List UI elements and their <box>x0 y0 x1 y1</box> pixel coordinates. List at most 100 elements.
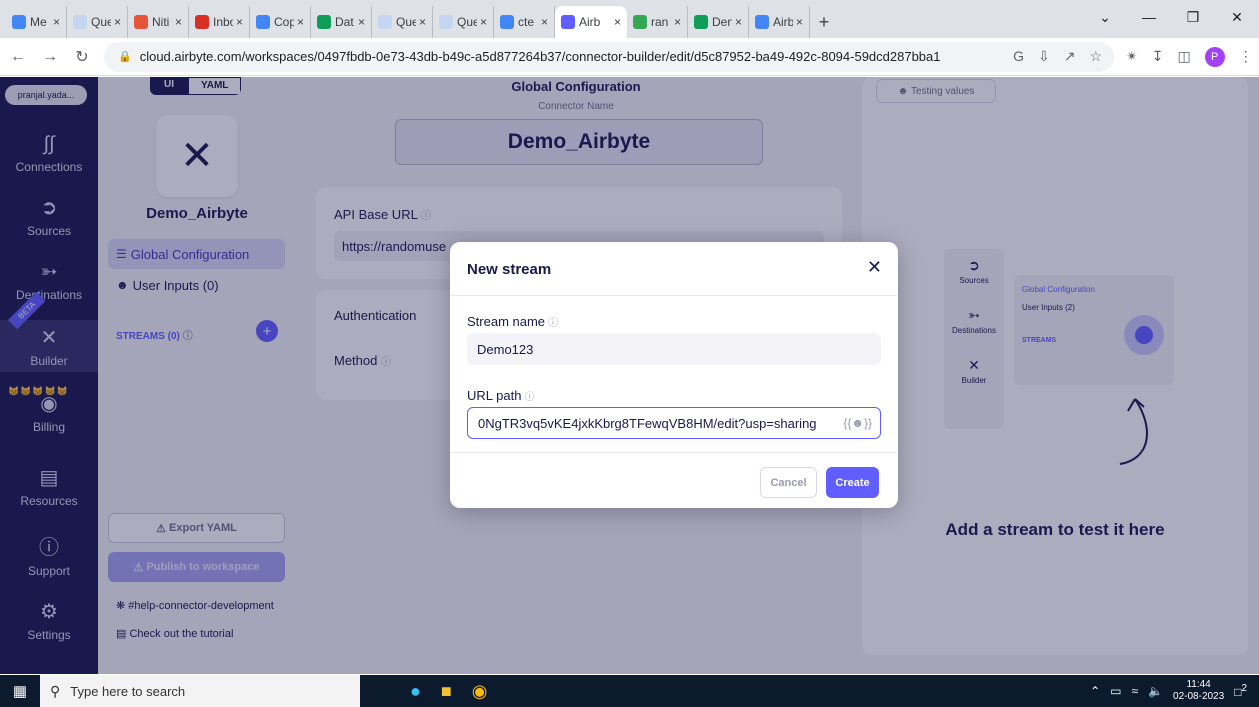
browser-tab[interactable]: Airb × <box>555 6 627 38</box>
os-taskbar: ▦ ⚲ Type here to search ● ■ ◉ ⌃ ▭ ≈ 🔈 11… <box>0 675 1259 707</box>
dialog-footer-divider <box>450 452 898 453</box>
browser-tab[interactable]: Inbo× <box>189 6 250 38</box>
tab-favicon-icon <box>694 15 708 29</box>
forward-icon[interactable]: → <box>36 43 64 71</box>
close-icon[interactable]: ✕ <box>867 257 882 278</box>
reload-icon[interactable]: ↻ <box>68 43 96 71</box>
info-icon: ⓘ <box>524 392 535 403</box>
tab-title: Dat <box>335 15 354 29</box>
tab-close-icon[interactable]: × <box>419 15 426 29</box>
tab-title: Niti <box>152 15 170 29</box>
dialog-title: New stream <box>467 261 552 278</box>
clock-date: 02-08-2023 <box>1173 691 1225 702</box>
wifi-icon[interactable]: ≈ <box>1131 684 1138 698</box>
battery-icon[interactable]: ▭ <box>1110 684 1121 698</box>
tab-title: Inbo <box>213 15 233 29</box>
browser-tab[interactable]: Airb × <box>749 6 810 38</box>
cancel-button[interactable]: Cancel <box>760 467 817 498</box>
notif-count: 2 <box>1241 683 1247 694</box>
tray-chevron-icon[interactable]: ⌃ <box>1090 684 1100 698</box>
browser-tab[interactable]: Me × <box>6 6 67 38</box>
tab-title: Que <box>396 15 416 29</box>
tab-close-icon[interactable]: × <box>541 15 548 29</box>
browser-tab[interactable]: Que× <box>433 6 494 38</box>
maximize-icon[interactable]: ❐ <box>1171 0 1215 34</box>
stream-name-input[interactable]: Demo123 <box>467 333 881 365</box>
lock-icon: 🔒 <box>118 51 132 63</box>
tab-close-icon[interactable]: × <box>614 15 621 29</box>
tab-title: ran <box>651 15 669 29</box>
tab-favicon-icon <box>439 15 453 29</box>
edge-icon[interactable]: ● <box>410 681 421 702</box>
clock[interactable]: 11:44 02-08-2023 <box>1173 679 1224 703</box>
url-field[interactable]: 🔒 cloud.airbyte.com/workspaces/0497fbdb-… <box>104 41 1114 72</box>
url-path-label: URL path ⓘ <box>467 388 535 403</box>
dialog-header: New stream ✕ <box>450 242 898 296</box>
google-icon[interactable]: G <box>1013 48 1024 65</box>
file-explorer-icon[interactable]: ■ <box>441 681 452 702</box>
tab-title: Cop <box>274 15 294 29</box>
airbyte-app: pranjal.yada... ∫∫ Connections ➲ Sources… <box>0 77 1259 674</box>
search-placeholder: Type here to search <box>70 683 186 699</box>
browser-tab[interactable]: Que× <box>67 6 128 38</box>
minimize-icon[interactable]: — <box>1127 0 1171 34</box>
browser-tab[interactable]: Dat × <box>311 6 372 38</box>
tab-close-icon[interactable]: × <box>53 15 60 29</box>
search-icon: ⚲ <box>50 682 61 699</box>
stream-name-value: Demo123 <box>477 341 534 357</box>
share-icon[interactable]: ↗ <box>1064 48 1076 65</box>
install-icon[interactable]: ⇩ <box>1038 48 1050 65</box>
url-text: cloud.airbyte.com/workspaces/0497fbdb-0e… <box>139 49 941 64</box>
user-input-icon[interactable]: {{☻}} <box>843 416 880 430</box>
extensions-icon[interactable]: ✴ <box>1126 48 1138 65</box>
tab-close-icon[interactable]: × <box>297 15 304 29</box>
tab-close-icon[interactable]: × <box>796 15 803 29</box>
stream-name-label: Stream name ⓘ <box>467 314 559 329</box>
notifications-icon[interactable]: □2 <box>1234 683 1247 699</box>
tab-close-icon[interactable]: × <box>175 15 182 29</box>
chrome-icon[interactable]: ◉ <box>472 681 488 702</box>
taskbar-apps: ● ■ ◉ <box>410 681 487 702</box>
browser-tabbar: Me×Que×Niti×Inbo×Cop×Dat×Que×Que×cte×Air… <box>0 0 1259 38</box>
browser-tab[interactable]: Que× <box>372 6 433 38</box>
browser-tab[interactable]: cte × <box>494 6 555 38</box>
clock-time: 11:44 <box>1186 679 1211 690</box>
taskbar-search[interactable]: ⚲ Type here to search <box>40 675 360 707</box>
system-tray: ⌃ ▭ ≈ 🔈 11:44 02-08-2023 □2 <box>1090 679 1259 703</box>
new-tab-button[interactable]: + <box>810 6 838 38</box>
volume-icon[interactable]: 🔈 <box>1148 684 1163 698</box>
tab-close-icon[interactable]: × <box>114 15 121 29</box>
close-window-icon[interactable]: ✕ <box>1215 0 1259 34</box>
tab-favicon-icon <box>73 15 87 29</box>
tab-close-icon[interactable]: × <box>236 15 243 29</box>
tab-close-icon[interactable]: × <box>674 15 681 29</box>
profile-avatar[interactable]: P <box>1204 46 1225 67</box>
menu-dots-icon[interactable]: ⋮ <box>1239 48 1253 65</box>
bookmark-star-icon[interactable]: ☆ <box>1089 48 1102 65</box>
tab-favicon-icon <box>256 15 270 29</box>
tab-title: Airb <box>579 15 601 29</box>
address-bar: ← → ↻ 🔒 cloud.airbyte.com/workspaces/049… <box>0 38 1259 76</box>
tab-search-icon[interactable]: ⌄ <box>1083 0 1127 34</box>
tab-close-icon[interactable]: × <box>735 15 742 29</box>
new-stream-dialog: New stream ✕ Stream name ⓘ Demo123 URL pa… <box>450 242 898 508</box>
url-path-input[interactable]: 0NgTR3vq5vKE4jxkKbrg8TFewqVB8HM/edit?usp… <box>467 407 881 439</box>
create-button[interactable]: Create <box>826 467 879 498</box>
tab-title: Que <box>457 15 477 29</box>
tab-title: Me <box>30 15 47 29</box>
browser-tab[interactable]: Den × <box>688 6 749 38</box>
tab-close-icon[interactable]: × <box>480 15 487 29</box>
url-path-value: 0NgTR3vq5vKE4jxkKbrg8TFewqVB8HM/edit?usp… <box>478 415 817 431</box>
windows-start-icon[interactable]: ▦ <box>0 675 40 707</box>
back-icon[interactable]: ← <box>4 43 32 71</box>
browser-tab[interactable]: Niti × <box>128 6 189 38</box>
browser-tab[interactable]: Cop × <box>250 6 311 38</box>
tab-favicon-icon <box>500 15 514 29</box>
browser-tab[interactable]: ran × <box>627 6 688 38</box>
download-icon[interactable]: ↧ <box>1152 48 1164 65</box>
tab-close-icon[interactable]: × <box>358 15 365 29</box>
tab-favicon-icon <box>195 15 209 29</box>
info-icon: ⓘ <box>548 318 559 329</box>
tab-favicon-icon <box>134 15 148 29</box>
sidepanel-icon[interactable]: ◫ <box>1177 48 1190 65</box>
